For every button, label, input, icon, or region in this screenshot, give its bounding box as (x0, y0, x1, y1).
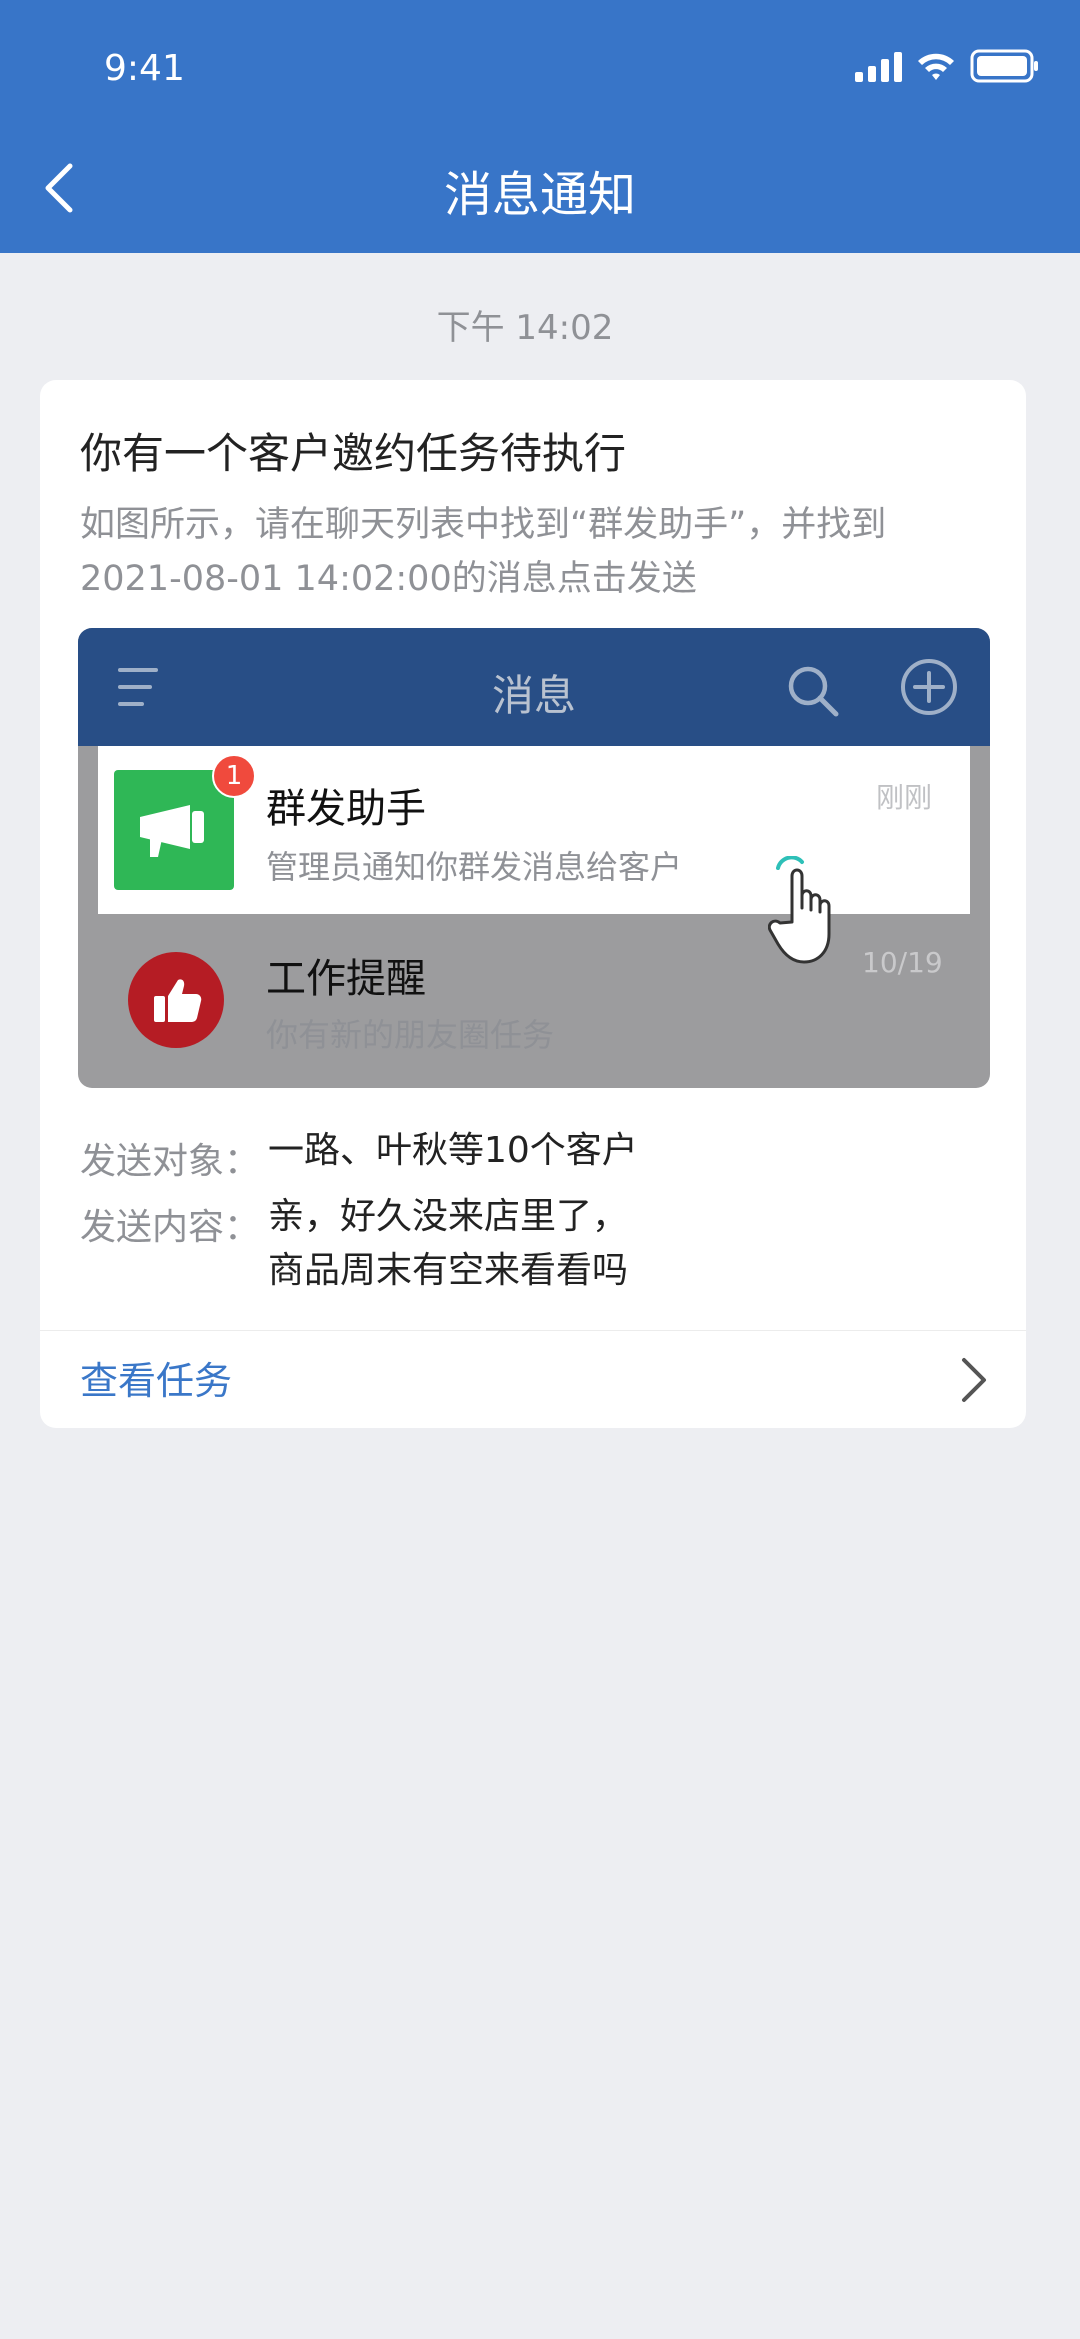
content-line-2: 商品周末有空来看看吗 (268, 1250, 629, 1291)
unread-badge: 1 (212, 754, 256, 798)
content-line-1: 亲，好久没来店里了， (268, 1196, 629, 1237)
status-icons (855, 48, 1040, 84)
megaphone-icon (140, 805, 204, 857)
instruction-illustration: 消息 1 群发助手 管理员通知你群发消息给客户 刚刚 工作提醒 你有新的朋友圈任… (78, 628, 990, 1088)
top-bar: 9:41 消息通知 (0, 0, 1080, 253)
battery-icon (970, 49, 1038, 83)
notification-card: 你有一个客户邀约任务待执行 如图所示，请在聊天列表中找到“群发助手”，并找到 2… (40, 380, 1026, 1428)
mock-item-message: 你有新的朋友圈任务 (266, 1016, 555, 1054)
chevron-right-icon[interactable] (958, 1356, 988, 1404)
description-line-1: 如图所示，请在聊天列表中找到“群发助手”，并找到 (80, 505, 887, 545)
mock-item-name: 工作提醒 (266, 956, 426, 1002)
mock-header: 消息 (78, 628, 990, 746)
card-description: 如图所示，请在聊天列表中找到“群发助手”，并找到 2021-08-01 14:0… (80, 498, 1000, 606)
wifi-icon (918, 53, 954, 80)
signal-icon (855, 50, 902, 82)
content-label: 发送内容： (80, 1207, 261, 1248)
description-line-2: 2021-08-01 14:02:00的消息点击发送 (80, 559, 697, 599)
pointing-hand-icon (768, 856, 831, 964)
thumbs-up-avatar (128, 952, 224, 1048)
mock-item-message: 管理员通知你群发消息给客户 (266, 848, 683, 886)
divider (40, 1330, 1026, 1331)
card-title: 你有一个客户邀约任务待执行 (80, 429, 627, 478)
mock-title: 消息 (491, 671, 576, 720)
page-title: 消息通知 (443, 167, 636, 223)
mock-item-name: 群发助手 (266, 786, 426, 832)
content-value: 亲，好久没来店里了， 商品周末有空来看看吗 (268, 1190, 628, 1298)
message-timestamp: 下午 14:02 (436, 308, 614, 348)
search-icon (788, 666, 839, 717)
recipients-value: 一路、叶秋等10个客户 (268, 1130, 638, 1171)
mock-item-time: 刚刚 (876, 781, 933, 814)
view-task-link[interactable]: 查看任务 (80, 1350, 232, 1405)
mock-item-time: 10/19 (862, 946, 943, 979)
recipients-label: 发送对象： (80, 1141, 261, 1182)
plus-circle-icon (901, 659, 957, 715)
thumbs-up-icon (154, 979, 202, 1022)
status-time: 9:41 (104, 48, 185, 89)
